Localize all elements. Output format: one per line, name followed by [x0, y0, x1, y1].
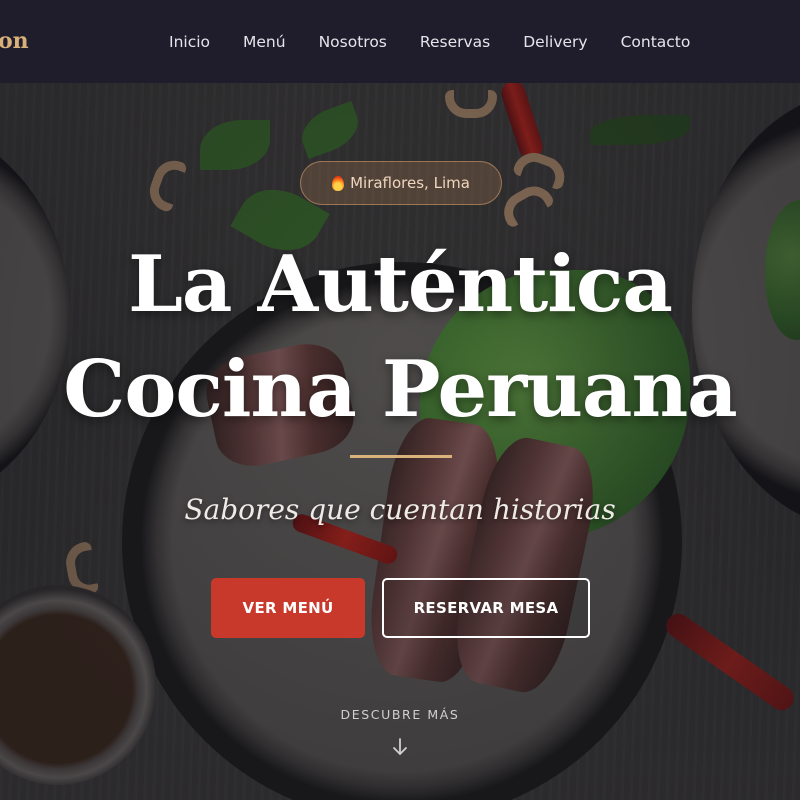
nav-link-menu[interactable]: Menú — [243, 33, 286, 51]
arrow-down-icon[interactable] — [391, 737, 409, 757]
tagline: Sabores que cuentan historias — [184, 493, 616, 526]
reserve-table-button[interactable]: RESERVAR MESA — [382, 578, 590, 638]
location-text: Miraflores, Lima — [350, 174, 470, 192]
location-badge: Miraflores, Lima — [300, 161, 502, 205]
headline-line-2: Cocina Peruana — [63, 344, 737, 435]
nav-link-nosotros[interactable]: Nosotros — [319, 33, 387, 51]
view-menu-button[interactable]: VER MENÚ — [211, 578, 365, 638]
hero-section: Miraflores, Lima La Auténtica Cocina Per… — [0, 83, 800, 800]
brand-logo[interactable]: on — [0, 28, 29, 54]
fire-icon — [332, 175, 345, 191]
navbar: on Inicio Menú Nosotros Reservas Deliver… — [0, 0, 800, 83]
nav-link-inicio[interactable]: Inicio — [169, 33, 210, 51]
headline-line-1: La Auténtica — [128, 239, 673, 330]
scroll-hint[interactable]: DESCUBRE MÁS — [0, 707, 800, 722]
nav-link-delivery[interactable]: Delivery — [523, 33, 587, 51]
nav-links: Inicio Menú Nosotros Reservas Delivery C… — [169, 0, 690, 83]
nav-link-contacto[interactable]: Contacto — [621, 33, 691, 51]
nav-link-reservas[interactable]: Reservas — [420, 33, 490, 51]
gold-divider — [350, 455, 452, 458]
